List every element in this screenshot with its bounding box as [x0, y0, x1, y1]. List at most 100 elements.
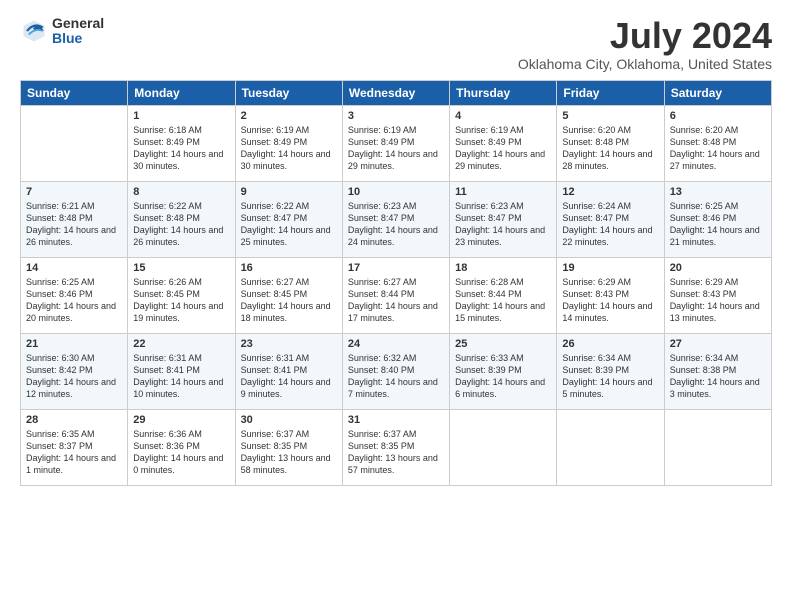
- day-info: Sunrise: 6:21 AM Sunset: 8:48 PM Dayligh…: [26, 200, 122, 249]
- day-cell: 1 Sunrise: 6:18 AM Sunset: 8:49 PM Daylig…: [128, 105, 235, 181]
- day-number: 12: [562, 186, 658, 198]
- day-cell: 8 Sunrise: 6:22 AM Sunset: 8:48 PM Daylig…: [128, 181, 235, 257]
- logo: General Blue: [20, 16, 104, 47]
- day-number: 6: [670, 110, 766, 122]
- day-info: Sunrise: 6:30 AM Sunset: 8:42 PM Dayligh…: [26, 352, 122, 401]
- day-number: 10: [348, 186, 444, 198]
- week-row-3: 14 Sunrise: 6:25 AM Sunset: 8:46 PM Dayli…: [21, 257, 772, 333]
- day-cell: [664, 409, 771, 485]
- week-row-4: 21 Sunrise: 6:30 AM Sunset: 8:42 PM Dayli…: [21, 333, 772, 409]
- day-info: Sunrise: 6:37 AM Sunset: 8:35 PM Dayligh…: [348, 428, 444, 477]
- day-cell: 6 Sunrise: 6:20 AM Sunset: 8:48 PM Daylig…: [664, 105, 771, 181]
- logo-icon: [20, 17, 48, 45]
- day-info: Sunrise: 6:20 AM Sunset: 8:48 PM Dayligh…: [670, 124, 766, 173]
- day-info: Sunrise: 6:34 AM Sunset: 8:38 PM Dayligh…: [670, 352, 766, 401]
- day-number: 1: [133, 110, 229, 122]
- day-number: 17: [348, 262, 444, 274]
- logo-text: General Blue: [52, 16, 104, 47]
- day-info: Sunrise: 6:29 AM Sunset: 8:43 PM Dayligh…: [562, 276, 658, 325]
- day-cell: 19 Sunrise: 6:29 AM Sunset: 8:43 PM Dayli…: [557, 257, 664, 333]
- day-number: 28: [26, 414, 122, 426]
- weekday-header-friday: Friday: [557, 80, 664, 105]
- day-number: 26: [562, 338, 658, 350]
- day-number: 7: [26, 186, 122, 198]
- day-cell: 5 Sunrise: 6:20 AM Sunset: 8:48 PM Daylig…: [557, 105, 664, 181]
- day-info: Sunrise: 6:26 AM Sunset: 8:45 PM Dayligh…: [133, 276, 229, 325]
- day-number: 13: [670, 186, 766, 198]
- day-number: 30: [241, 414, 337, 426]
- day-info: Sunrise: 6:36 AM Sunset: 8:36 PM Dayligh…: [133, 428, 229, 477]
- day-number: 11: [455, 186, 551, 198]
- subtitle: Oklahoma City, Oklahoma, United States: [518, 56, 772, 72]
- day-info: Sunrise: 6:34 AM Sunset: 8:39 PM Dayligh…: [562, 352, 658, 401]
- day-number: 5: [562, 110, 658, 122]
- day-cell: 17Sunrise: 6:27 AM Sunset: 8:44 PM Dayli…: [342, 257, 449, 333]
- day-info: Sunrise: 6:25 AM Sunset: 8:46 PM Dayligh…: [26, 276, 122, 325]
- day-info: Sunrise: 6:19 AM Sunset: 8:49 PM Dayligh…: [455, 124, 551, 173]
- day-info: Sunrise: 6:28 AM Sunset: 8:44 PM Dayligh…: [455, 276, 551, 325]
- day-cell: 24 Sunrise: 6:32 AM Sunset: 8:40 PM Dayli…: [342, 333, 449, 409]
- main-title: July 2024: [518, 16, 772, 56]
- day-number: 23: [241, 338, 337, 350]
- day-info: Sunrise: 6:22 AM Sunset: 8:47 PM Dayligh…: [241, 200, 337, 249]
- weekday-header-wednesday: Wednesday: [342, 80, 449, 105]
- day-info: Sunrise: 6:25 AM Sunset: 8:46 PM Dayligh…: [670, 200, 766, 249]
- week-row-2: 7 Sunrise: 6:21 AM Sunset: 8:48 PM Daylig…: [21, 181, 772, 257]
- day-number: 27: [670, 338, 766, 350]
- day-cell: 30Sunrise: 6:37 AM Sunset: 8:35 PM Dayli…: [235, 409, 342, 485]
- day-number: 2: [241, 110, 337, 122]
- day-number: 15: [133, 262, 229, 274]
- logo-blue: Blue: [52, 31, 104, 46]
- day-info: Sunrise: 6:35 AM Sunset: 8:37 PM Dayligh…: [26, 428, 122, 477]
- day-info: Sunrise: 6:19 AM Sunset: 8:49 PM Dayligh…: [348, 124, 444, 173]
- day-cell: 20 Sunrise: 6:29 AM Sunset: 8:43 PM Dayli…: [664, 257, 771, 333]
- day-info: Sunrise: 6:20 AM Sunset: 8:48 PM Dayligh…: [562, 124, 658, 173]
- day-cell: 13 Sunrise: 6:25 AM Sunset: 8:46 PM Dayli…: [664, 181, 771, 257]
- day-info: Sunrise: 6:32 AM Sunset: 8:40 PM Dayligh…: [348, 352, 444, 401]
- day-cell: 31 Sunrise: 6:37 AM Sunset: 8:35 PM Dayli…: [342, 409, 449, 485]
- day-info: Sunrise: 6:23 AM Sunset: 8:47 PM Dayligh…: [455, 200, 551, 249]
- day-number: 20: [670, 262, 766, 274]
- day-cell: 4 Sunrise: 6:19 AM Sunset: 8:49 PM Daylig…: [450, 105, 557, 181]
- day-number: 21: [26, 338, 122, 350]
- day-cell: [21, 105, 128, 181]
- weekday-header-tuesday: Tuesday: [235, 80, 342, 105]
- day-info: Sunrise: 6:24 AM Sunset: 8:47 PM Dayligh…: [562, 200, 658, 249]
- day-cell: 29 Sunrise: 6:36 AM Sunset: 8:36 PM Dayli…: [128, 409, 235, 485]
- day-info: Sunrise: 6:27 AM Sunset: 8:45 PM Dayligh…: [241, 276, 337, 325]
- day-cell: 11 Sunrise: 6:23 AM Sunset: 8:47 PM Dayli…: [450, 181, 557, 257]
- weekday-header-monday: Monday: [128, 80, 235, 105]
- week-row-5: 28 Sunrise: 6:35 AM Sunset: 8:37 PM Dayli…: [21, 409, 772, 485]
- day-cell: 2Sunrise: 6:19 AM Sunset: 8:49 PM Daylig…: [235, 105, 342, 181]
- day-info: Sunrise: 6:22 AM Sunset: 8:48 PM Dayligh…: [133, 200, 229, 249]
- weekday-header-sunday: Sunday: [21, 80, 128, 105]
- day-number: 31: [348, 414, 444, 426]
- day-number: 9: [241, 186, 337, 198]
- day-info: Sunrise: 6:18 AM Sunset: 8:49 PM Dayligh…: [133, 124, 229, 173]
- weekday-header-row: SundayMondayTuesdayWednesdayThursdayFrid…: [21, 80, 772, 105]
- day-cell: 26 Sunrise: 6:34 AM Sunset: 8:39 PM Dayli…: [557, 333, 664, 409]
- day-number: 19: [562, 262, 658, 274]
- day-number: 22: [133, 338, 229, 350]
- day-number: 8: [133, 186, 229, 198]
- day-cell: [557, 409, 664, 485]
- day-cell: 3 Sunrise: 6:19 AM Sunset: 8:49 PM Daylig…: [342, 105, 449, 181]
- day-cell: 12 Sunrise: 6:24 AM Sunset: 8:47 PM Dayli…: [557, 181, 664, 257]
- weekday-header-thursday: Thursday: [450, 80, 557, 105]
- day-number: 4: [455, 110, 551, 122]
- day-cell: 18Sunrise: 6:28 AM Sunset: 8:44 PM Dayli…: [450, 257, 557, 333]
- day-number: 14: [26, 262, 122, 274]
- day-number: 29: [133, 414, 229, 426]
- day-info: Sunrise: 6:31 AM Sunset: 8:41 PM Dayligh…: [133, 352, 229, 401]
- day-cell: 25Sunrise: 6:33 AM Sunset: 8:39 PM Dayli…: [450, 333, 557, 409]
- day-info: Sunrise: 6:33 AM Sunset: 8:39 PM Dayligh…: [455, 352, 551, 401]
- day-cell: 21 Sunrise: 6:30 AM Sunset: 8:42 PM Dayli…: [21, 333, 128, 409]
- day-info: Sunrise: 6:29 AM Sunset: 8:43 PM Dayligh…: [670, 276, 766, 325]
- day-number: 3: [348, 110, 444, 122]
- day-cell: 10 Sunrise: 6:23 AM Sunset: 8:47 PM Dayli…: [342, 181, 449, 257]
- day-cell: [450, 409, 557, 485]
- day-cell: 9 Sunrise: 6:22 AM Sunset: 8:47 PM Daylig…: [235, 181, 342, 257]
- day-info: Sunrise: 6:23 AM Sunset: 8:47 PM Dayligh…: [348, 200, 444, 249]
- day-number: 24: [348, 338, 444, 350]
- day-number: 16: [241, 262, 337, 274]
